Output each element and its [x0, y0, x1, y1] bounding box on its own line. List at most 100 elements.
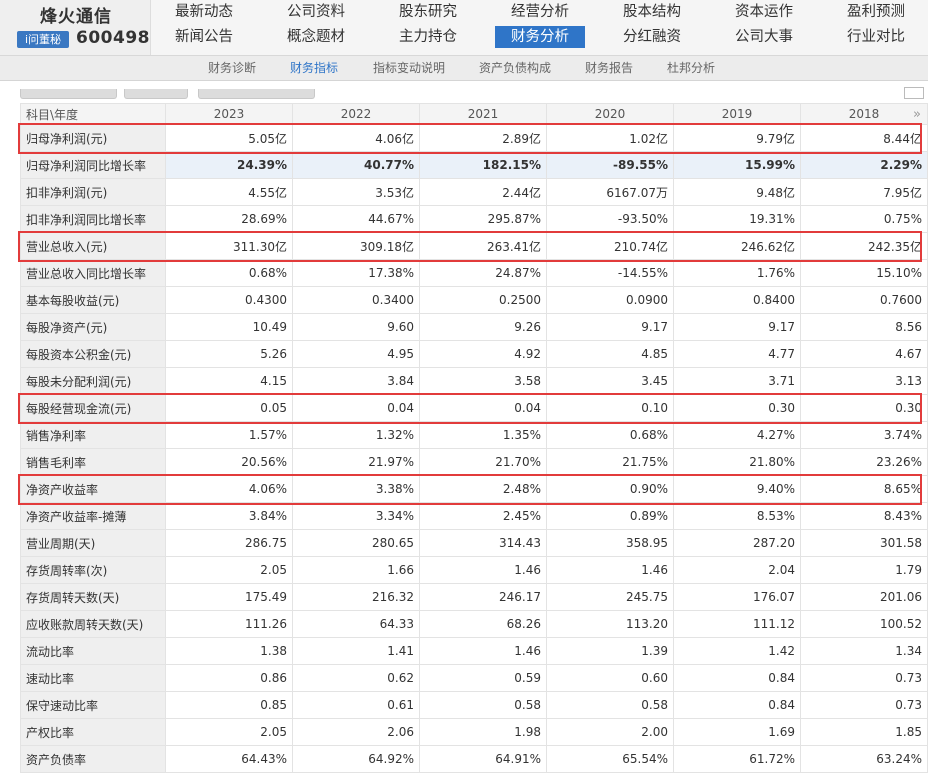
nav-main-holdings[interactable]: 主力持仓 [383, 26, 473, 48]
table-row: 每股经营现金流(元) 0.05 0.04 0.04 0.10 0.30 0.30 [20, 394, 928, 422]
table-cell: 286.75 [165, 529, 293, 557]
financial-indicators-table: 科目\年度 2023 2022 2021 2020 2019 2018 » 归母… [20, 103, 928, 773]
subnav-dupont-analysis[interactable]: 杜邦分析 [667, 56, 715, 80]
row-label: 净资产收益率 [20, 475, 166, 503]
row-label: 每股资本公积金(元) [20, 340, 166, 368]
table-cell: 0.58 [546, 691, 674, 719]
table-cell: 175.49 [165, 583, 293, 611]
row-label: 流动比率 [20, 637, 166, 665]
table-cell: 295.87% [419, 205, 547, 233]
header-label: 科目\年度 [20, 103, 166, 125]
table-cell: 24.39% [165, 151, 293, 179]
nav-concepts[interactable]: 概念题材 [271, 26, 361, 48]
nav-latest-news[interactable]: 最新动态 [159, 1, 249, 23]
row-label: 基本每股收益(元) [20, 286, 166, 314]
year-header[interactable]: 2023 [165, 103, 293, 125]
table-cell: 4.15 [165, 367, 293, 395]
table-cell: 4.67 [800, 340, 928, 368]
table-cell: 0.4300 [165, 286, 293, 314]
year-label: 2018 [848, 107, 880, 121]
subnav-balance-sheet-composition[interactable]: 资产负债构成 [479, 56, 551, 80]
subnav-financial-reports[interactable]: 财务报告 [585, 56, 633, 80]
table-cell: 0.84 [673, 691, 801, 719]
nav-profit-forecast[interactable]: 盈利预测 [831, 1, 921, 23]
table-cell: 8.44亿 [800, 124, 928, 152]
year-header[interactable]: 2020 [546, 103, 674, 125]
table-cell: 1.66 [292, 556, 420, 584]
table-row: 销售净利率 1.57% 1.32% 1.35% 0.68% 4.27% 3.74% [20, 421, 928, 449]
table-cell: 9.40% [673, 475, 801, 503]
table-row: 基本每股收益(元) 0.4300 0.3400 0.2500 0.0900 0.8400 0… [20, 286, 928, 314]
table-cell: 21.80% [673, 448, 801, 476]
row-label: 归母净利润同比增长率 [20, 151, 166, 179]
subnav-indicator-change-notes[interactable]: 指标变动说明 [373, 56, 445, 80]
period-tab[interactable] [20, 89, 117, 99]
year-header[interactable]: 2018 » [800, 103, 928, 125]
table-header-row: 科目\年度 2023 2022 2021 2020 2019 2018 » [20, 103, 928, 125]
year-header[interactable]: 2022 [292, 103, 420, 125]
table-cell: 24.87% [419, 259, 547, 287]
report-period-tabs [20, 87, 928, 99]
table-cell: 28.69% [165, 205, 293, 233]
nav-dividends-financing[interactable]: 分红融资 [607, 26, 697, 48]
table-cell: 301.58 [800, 529, 928, 557]
table-cell: 1.76% [673, 259, 801, 287]
nav-company-profile[interactable]: 公司资料 [271, 1, 361, 23]
year-header[interactable]: 2019 [673, 103, 801, 125]
table-cell: 3.53亿 [292, 178, 420, 206]
row-label: 销售净利率 [20, 421, 166, 449]
table-cell: 1.02亿 [546, 124, 674, 152]
row-label: 产权比率 [20, 718, 166, 746]
table-cell: 216.32 [292, 583, 420, 611]
table-cell: 9.26 [419, 313, 547, 341]
table-cell: 1.57% [165, 421, 293, 449]
table-cell: 0.73 [800, 691, 928, 719]
nav-major-events[interactable]: 公司大事 [719, 26, 809, 48]
row-label: 销售毛利率 [20, 448, 166, 476]
table-cell: 9.48亿 [673, 178, 801, 206]
table-cell: 21.70% [419, 448, 547, 476]
table-cell: 1.38 [165, 637, 293, 665]
nav-capital-operation[interactable]: 资本运作 [719, 1, 809, 23]
year-header[interactable]: 2021 [419, 103, 547, 125]
table-cell: 23.26% [800, 448, 928, 476]
nav-share-structure[interactable]: 股本结构 [607, 1, 697, 23]
table-cell: 10.49 [165, 313, 293, 341]
table-cell: 246.17 [419, 583, 547, 611]
table-row: 保守速动比率 0.85 0.61 0.58 0.58 0.84 0.73 [20, 691, 928, 719]
row-label: 速动比率 [20, 664, 166, 692]
table-row: 产权比率 2.05 2.06 1.98 2.00 1.69 1.85 [20, 718, 928, 746]
table-cell: 1.35% [419, 421, 547, 449]
checkbox[interactable] [904, 87, 924, 99]
nav-industry-comparison[interactable]: 行业对比 [831, 26, 921, 48]
table-cell: 40.77% [292, 151, 420, 179]
table-cell: 21.75% [546, 448, 674, 476]
nav-shareholder-research[interactable]: 股东研究 [383, 1, 473, 23]
table-row: 每股未分配利润(元) 4.15 3.84 3.58 3.45 3.71 3.13 [20, 367, 928, 395]
table-cell: 111.12 [673, 610, 801, 638]
table-row: 扣非净利润(元) 4.55亿 3.53亿 2.44亿 6167.07万 9.48亿 7.95… [20, 178, 928, 206]
table-cell: 0.61 [292, 691, 420, 719]
subnav-financial-indicators[interactable]: 财务指标 [290, 56, 338, 80]
table-cell: 1.42 [673, 637, 801, 665]
ask-secretary-button[interactable]: i问董秘 [17, 31, 69, 48]
table-cell: 8.65% [800, 475, 928, 503]
table-row: 净资产收益率 4.06% 3.38% 2.48% 0.90% 9.40% 8.65% [20, 475, 928, 503]
table-row: 扣非净利润同比增长率 28.69% 44.67% 295.87% -93.50% 19.3… [20, 205, 928, 233]
double-chevron-right-icon[interactable]: » [913, 107, 921, 122]
table-row: 营业周期(天) 286.75 280.65 314.43 358.95 287.20 301… [20, 529, 928, 557]
subnav-financial-diagnosis[interactable]: 财务诊断 [208, 56, 256, 80]
table-row: 归母净利润(元) 5.05亿 4.06亿 2.89亿 1.02亿 9.79亿 8.44亿 [20, 124, 928, 152]
table-cell: 309.18亿 [292, 232, 420, 260]
table-cell: 4.77 [673, 340, 801, 368]
table-cell: 64.91% [419, 745, 547, 773]
table-cell: 3.13 [800, 367, 928, 395]
period-tab[interactable] [198, 89, 315, 99]
table-cell: 9.79亿 [673, 124, 801, 152]
nav-announcements[interactable]: 新闻公告 [159, 26, 249, 48]
nav-financial-analysis[interactable]: 财务分析 [495, 26, 585, 48]
table-cell: 0.68% [165, 259, 293, 287]
nav-operation-analysis[interactable]: 经营分析 [495, 1, 585, 23]
period-tab[interactable] [124, 89, 188, 99]
table-cell: 2.29% [800, 151, 928, 179]
